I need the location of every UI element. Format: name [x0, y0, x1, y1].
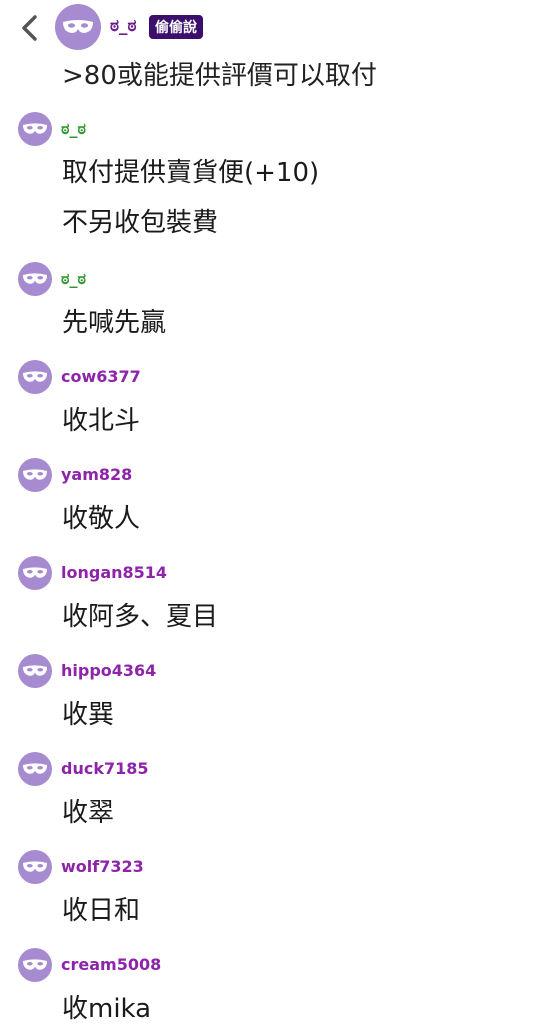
mask-icon — [23, 371, 47, 382]
comment-username[interactable]: ಠ_ಠ — [61, 119, 86, 139]
comment-text: 收敬人 — [62, 504, 141, 534]
avatar[interactable] — [18, 850, 52, 884]
mask-icon — [63, 20, 93, 33]
comment-username[interactable]: longan8514 — [61, 563, 167, 582]
mask-icon — [23, 665, 47, 676]
partial-message-text: >80或能提供評價可以取付 — [62, 61, 377, 90]
avatar[interactable] — [18, 948, 52, 982]
header-username[interactable]: ಠ_ಠ — [110, 16, 137, 36]
comment-username[interactable]: cream5008 — [61, 955, 161, 974]
chevron-left-icon — [22, 15, 37, 41]
comment-text: 取付提供賣貨便(+10) — [62, 158, 320, 188]
comment-text: 先喊先贏 — [62, 308, 167, 338]
comment-username[interactable]: hippo4364 — [61, 661, 156, 680]
comment-username[interactable]: duck7185 — [61, 759, 149, 778]
mask-icon — [23, 567, 47, 578]
mask-icon — [23, 123, 47, 134]
avatar[interactable] — [18, 360, 52, 394]
mask-icon — [23, 861, 47, 872]
comment-text: 收巽 — [62, 700, 115, 730]
mask-icon — [23, 959, 47, 970]
comment-text: 不另收包裝費 — [62, 208, 219, 238]
anonymous-badge: 偷偷說 — [149, 15, 203, 39]
back-button[interactable] — [16, 12, 44, 44]
avatar[interactable] — [18, 654, 52, 688]
mask-icon — [23, 469, 47, 480]
avatar[interactable] — [18, 262, 52, 296]
comment-username[interactable]: cow6377 — [61, 367, 141, 386]
avatar[interactable] — [18, 556, 52, 590]
comment-text: 收mika — [62, 994, 152, 1024]
comment-text: 收阿多、夏目 — [62, 602, 219, 632]
comment-username[interactable]: wolf7323 — [61, 857, 144, 876]
comment-username[interactable]: yam828 — [61, 465, 132, 484]
mask-icon — [23, 273, 47, 284]
avatar[interactable] — [18, 112, 52, 146]
comment-text: 收日和 — [62, 896, 141, 926]
avatar[interactable] — [18, 458, 52, 492]
mask-icon — [23, 763, 47, 774]
top-bar: ಠ_ಠ 偷偷說 — [0, 0, 546, 60]
comment-username[interactable]: ಠ_ಠ — [61, 269, 86, 289]
avatar[interactable] — [18, 752, 52, 786]
comment-text: 收翠 — [62, 798, 115, 828]
header-avatar[interactable] — [55, 4, 101, 50]
comment-text: 收北斗 — [62, 406, 141, 436]
